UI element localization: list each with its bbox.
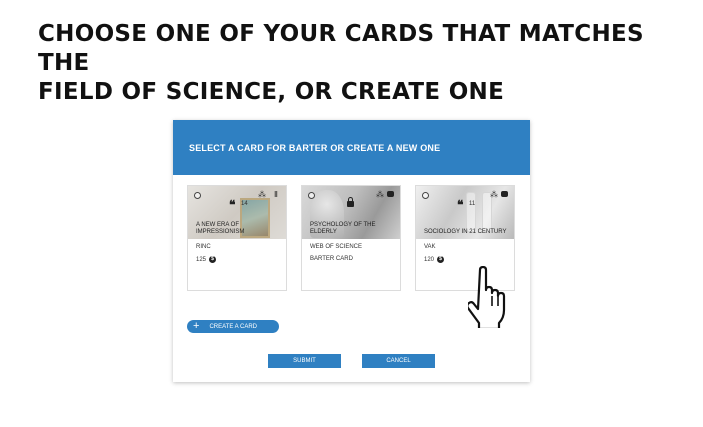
card-title: PSYCHOLOGY OF THE ELDERLY (310, 222, 400, 236)
card-title-line-2: IMPRESSIONISM (196, 229, 245, 235)
radio-icon[interactable] (308, 192, 315, 199)
card-title-line-1: SOCIOLOGY IN 21 CENTURY (424, 229, 507, 235)
card-title: SOCIOLOGY IN 21 CENTURY (424, 229, 514, 236)
cancel-button[interactable]: CANCEL (362, 354, 435, 368)
card-image: ❝ 11 ⁂ SOCIOLOGY IN 21 CENTURY (416, 186, 514, 239)
card-impressionism[interactable]: ❝ 14 ⁂ Ⅱ A NEW ERA OF IMPRESSIONISM RINC… (187, 185, 287, 291)
card-image: ⁂ PSYCHOLOGY OF THE ELDERLY (302, 186, 400, 239)
card-value-amount: 125 (196, 256, 207, 263)
submit-button[interactable]: SUBMIT (268, 354, 341, 368)
card-psychology-elderly[interactable]: ⁂ PSYCHOLOGY OF THE ELDERLY WEB OF SCIEN… (301, 185, 401, 291)
chat-icon (501, 191, 508, 197)
card-value-amount: 120 (424, 256, 435, 263)
quote-count: 11 (469, 201, 476, 207)
card-source: WEB OF SCIENCE (310, 244, 363, 250)
share-icon: ⁂ (258, 190, 266, 199)
dialog-title: SELECT A CARD FOR BARTER OR CREATE A NEW… (189, 142, 441, 153)
share-icon: ⁂ (490, 190, 498, 199)
create-card-button[interactable]: + CREATE A CARD (187, 320, 279, 333)
coin-icon: $ (437, 256, 445, 263)
radio-icon[interactable] (422, 192, 429, 199)
hand-pointer-icon (468, 266, 506, 328)
card-source: RINC (196, 244, 211, 250)
card-title-line-2: ELDERLY (310, 229, 337, 235)
quote-count: 14 (241, 201, 248, 207)
page-title: CHOOSE ONE OF YOUR CARDS THAT MATCHES TH… (38, 20, 698, 107)
card-value: 125 $ (196, 256, 217, 263)
glassware-image (466, 192, 476, 232)
card-title-line-1: A NEW ERA OF (196, 222, 240, 228)
card-image: ❝ 14 ⁂ Ⅱ A NEW ERA OF IMPRESSIONISM (188, 186, 286, 239)
card-title: A NEW ERA OF IMPRESSIONISM (196, 222, 286, 236)
radio-icon[interactable] (194, 192, 201, 199)
plus-icon: + (193, 320, 200, 332)
quote-icon: ❝ (457, 198, 464, 212)
card-subtitle: BARTER CARD (310, 256, 353, 262)
chat-icon (387, 191, 394, 197)
lock-icon (347, 197, 354, 207)
pillar-icon: Ⅱ (274, 190, 278, 199)
share-icon: ⁂ (376, 190, 384, 199)
coin-icon: $ (209, 256, 217, 263)
page-title-line-1: CHOOSE ONE OF YOUR CARDS THAT MATCHES TH… (38, 21, 644, 76)
card-source: VAK (424, 244, 436, 250)
page-title-line-2: FIELD OF SCIENCE, OR CREATE ONE (38, 79, 505, 105)
dialog-header: SELECT A CARD FOR BARTER OR CREATE A NEW… (173, 120, 530, 175)
quote-icon: ❝ (229, 198, 236, 212)
card-title-line-1: PSYCHOLOGY OF THE (310, 222, 376, 228)
card-select-dialog: SELECT A CARD FOR BARTER OR CREATE A NEW… (173, 120, 530, 382)
create-card-label: CREATE A CARD (209, 323, 258, 330)
card-value: 120 $ (424, 256, 445, 263)
